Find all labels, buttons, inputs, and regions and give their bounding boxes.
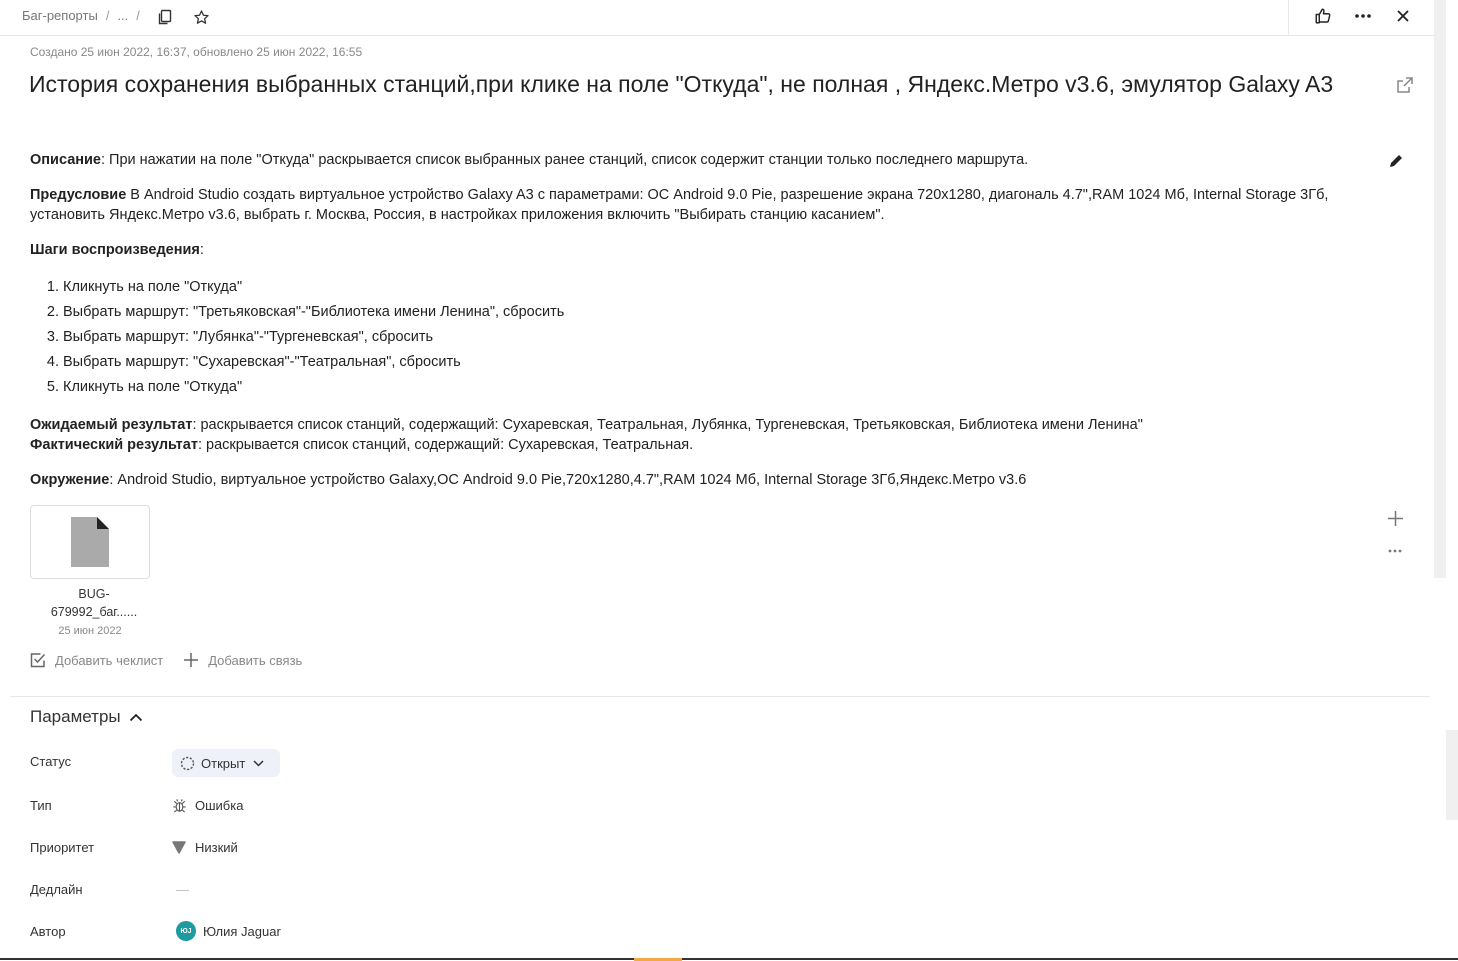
param-value[interactable]: Низкий bbox=[172, 840, 238, 855]
external-link-icon[interactable] bbox=[1396, 76, 1414, 99]
breadcrumb: Баг-репорты / ... / bbox=[22, 8, 148, 23]
status-value: Открыт bbox=[201, 755, 246, 771]
description-paragraph: Описание: При нажатии на поле "Откуда" р… bbox=[30, 150, 1370, 170]
priority-value: Низкий bbox=[195, 840, 238, 855]
description-text: : При нажатии на поле "Откуда" раскрывае… bbox=[101, 152, 1029, 168]
plus-icon[interactable] bbox=[1387, 510, 1404, 532]
add-link-label: Добавить связь bbox=[208, 652, 303, 668]
status-dropdown[interactable]: Открыт bbox=[172, 749, 281, 777]
add-checklist-button[interactable]: Добавить чеклист bbox=[30, 652, 163, 668]
precondition-label: Предусловие bbox=[30, 187, 127, 203]
scrollbar[interactable] bbox=[1434, 0, 1446, 578]
attachment-thumbnail[interactable] bbox=[30, 505, 150, 579]
params-toggle[interactable]: Параметры bbox=[30, 707, 143, 727]
type-value: Ошибка bbox=[195, 798, 244, 813]
top-bar: Баг-репорты / ... / bbox=[0, 0, 1434, 36]
precondition-paragraph: Предусловие В Android Studio создать вир… bbox=[30, 185, 1370, 225]
param-value[interactable]: ЮJ Юлия Jaguar bbox=[176, 921, 281, 941]
steps-colon: : bbox=[199, 242, 204, 258]
actual-label: Фактический результат bbox=[30, 437, 198, 453]
add-link-button[interactable]: Добавить связь bbox=[183, 652, 302, 668]
steps-label: Шаги воспроизведения bbox=[30, 242, 200, 258]
priority-low-icon bbox=[172, 841, 186, 854]
expected-label: Ожидаемый результат bbox=[30, 417, 193, 433]
issue-meta: Создано 25 июн 2022, 16:37, обновлено 25… bbox=[30, 45, 363, 59]
param-label: Статус bbox=[30, 754, 72, 769]
environment-paragraph: Окружение: Android Studio, виртуальное у… bbox=[30, 470, 1370, 490]
description-label: Описание bbox=[30, 152, 101, 168]
attachment-name[interactable]: BUG- 679992_баг...... bbox=[30, 585, 158, 621]
param-label: Дедлайн bbox=[30, 882, 83, 897]
scrollbar[interactable] bbox=[1446, 730, 1458, 820]
param-label: Тип bbox=[30, 798, 52, 813]
results-paragraph: Ожидаемый результат: раскрывается список… bbox=[30, 415, 1370, 455]
steps-list: Кликнуть на поле "Откуда" Выбрать маршру… bbox=[63, 275, 1370, 400]
like-icon[interactable] bbox=[1311, 5, 1335, 27]
author-value: Юлия Jaguar bbox=[203, 923, 281, 939]
param-value: Открыт bbox=[172, 749, 281, 777]
environment-label: Окружение bbox=[30, 472, 110, 488]
attachment-name-line2: 679992_баг...... bbox=[50, 605, 138, 619]
checklist-icon bbox=[30, 653, 46, 668]
plus-icon bbox=[184, 653, 199, 667]
attachment-name-line1: BUG- bbox=[78, 587, 110, 601]
breadcrumb-separator: / bbox=[105, 8, 110, 23]
toolbar-actions bbox=[1288, 0, 1434, 35]
chevron-down-icon bbox=[253, 759, 264, 767]
avatar: ЮJ bbox=[176, 921, 196, 941]
close-icon[interactable] bbox=[1391, 5, 1415, 27]
params-heading: Параметры bbox=[30, 707, 121, 726]
issue-description: Описание: При нажатии на поле "Откуда" р… bbox=[30, 150, 1370, 505]
section-divider bbox=[10, 696, 1430, 697]
actual-text: : раскрывается список станций, содержащи… bbox=[197, 437, 694, 453]
param-label: Приоритет bbox=[30, 840, 95, 855]
expected-text: : раскрывается список станций, содержащи… bbox=[192, 417, 1143, 433]
file-icon bbox=[71, 517, 109, 567]
environment-text: : Android Studio, виртуальное устройство… bbox=[109, 472, 1027, 488]
issue-title: История сохранения выбранных станций,при… bbox=[29, 71, 1334, 97]
bug-icon bbox=[173, 799, 186, 813]
more-icon[interactable] bbox=[1351, 5, 1375, 27]
pencil-icon[interactable] bbox=[1388, 153, 1404, 174]
add-checklist-label: Добавить чеклист bbox=[55, 652, 164, 668]
star-icon[interactable] bbox=[189, 6, 213, 28]
param-value[interactable]: Ошибка bbox=[172, 798, 243, 813]
deadline-value[interactable]: — bbox=[176, 882, 189, 897]
bottom-border bbox=[0, 958, 1458, 960]
breadcrumb-ellipsis[interactable]: ... bbox=[117, 8, 128, 23]
chevron-up-icon bbox=[129, 713, 142, 721]
breadcrumb-queue[interactable]: Баг-репорты bbox=[22, 8, 98, 23]
precondition-text: В Android Studio создать виртуальное уст… bbox=[30, 187, 1329, 223]
dots-icon[interactable] bbox=[1388, 540, 1402, 558]
status-open-icon bbox=[180, 756, 195, 770]
steps-heading: Шаги воспроизведения: bbox=[30, 240, 1370, 260]
issue-actions: Добавить чеклист Добавить связь bbox=[30, 652, 322, 668]
step-item: Выбрать маршрут: "Сухаревская"-"Театраль… bbox=[63, 350, 1370, 375]
attachment-date: 25 июн 2022 bbox=[58, 625, 122, 637]
step-item: Кликнуть на поле "Откуда" bbox=[63, 375, 1370, 400]
step-item: Выбрать маршрут: "Лубянка"-"Тургеневская… bbox=[63, 325, 1370, 350]
param-label: Автор bbox=[30, 924, 66, 939]
step-item: Выбрать маршрут: "Третьяковская"-"Библио… bbox=[63, 300, 1370, 325]
breadcrumb-separator: / bbox=[136, 8, 140, 23]
copy-icon[interactable] bbox=[153, 6, 177, 28]
step-item: Кликнуть на поле "Откуда" bbox=[63, 275, 1370, 300]
